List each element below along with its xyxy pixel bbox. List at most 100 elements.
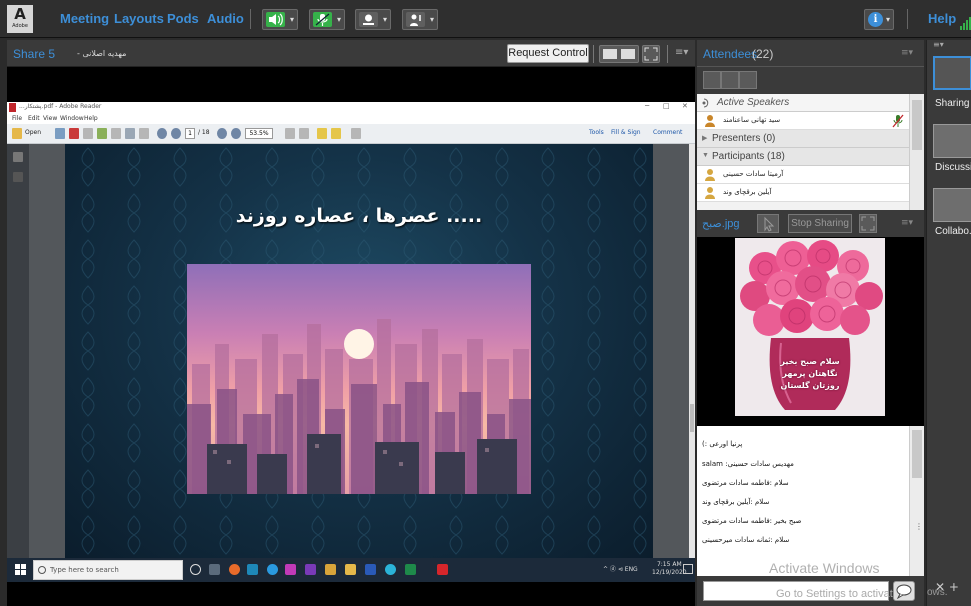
- speaker-button[interactable]: ▾: [262, 9, 298, 30]
- reader-menu-help[interactable]: Help: [84, 115, 98, 122]
- participant-row[interactable]: آرمیتا سادات حسینی: [697, 166, 909, 184]
- notifications-icon[interactable]: [683, 564, 693, 574]
- fit-width-icon[interactable]: [285, 128, 295, 139]
- stop-sharing-button[interactable]: Stop Sharing: [788, 214, 852, 233]
- edge-icon[interactable]: [267, 564, 278, 575]
- layout-sharing-thumbnail[interactable]: [933, 56, 971, 90]
- page-thumbnails-icon[interactable]: [13, 152, 23, 162]
- attendees-scrollbar[interactable]: [909, 94, 924, 210]
- help-menu[interactable]: Help: [928, 11, 956, 26]
- share-icon[interactable]: [97, 128, 107, 139]
- presenters-label: Presenters (0): [712, 133, 776, 144]
- zoom-out-icon[interactable]: [217, 128, 227, 139]
- chat-message: سلام :آیلین برقچای وند: [702, 498, 770, 506]
- expand-icon[interactable]: [351, 128, 361, 139]
- speaker-row[interactable]: سید تهانی ساعنامند: [697, 112, 909, 130]
- zoom-in-icon[interactable]: [231, 128, 241, 139]
- premiere-icon[interactable]: [305, 564, 316, 575]
- sort-icon[interactable]: [739, 71, 757, 89]
- create-icon[interactable]: [55, 128, 65, 139]
- chat-scrollbar[interactable]: ⋮: [909, 426, 924, 576]
- menu-meeting[interactable]: Meeting: [60, 11, 109, 26]
- pod-options-menu[interactable]: ≡▾: [901, 48, 913, 58]
- send-message-button[interactable]: [893, 581, 915, 601]
- scroll-thumb[interactable]: [912, 100, 922, 150]
- microphone-button[interactable]: ▾: [309, 9, 345, 30]
- request-control-button[interactable]: Request Control: [507, 44, 589, 63]
- layout-collaboration-label[interactable]: Collabo...: [935, 226, 971, 237]
- reader-menu-edit[interactable]: Edit: [28, 115, 40, 122]
- close-icon[interactable]: ✕: [682, 102, 688, 110]
- print-icon[interactable]: [125, 128, 135, 139]
- pod-options-menu[interactable]: ≡▾: [675, 47, 688, 58]
- menu-layouts[interactable]: Layouts: [114, 11, 164, 26]
- grid-view-icon[interactable]: [721, 71, 739, 89]
- participants-section[interactable]: ▼ Participants (18): [697, 148, 909, 166]
- page-number-input[interactable]: 1: [185, 128, 195, 139]
- taskbar-search-box[interactable]: Type here to search: [33, 560, 183, 580]
- app-icon[interactable]: [365, 564, 376, 575]
- task-view-icon[interactable]: [209, 564, 220, 575]
- cortana-icon[interactable]: [190, 564, 201, 575]
- pdf-create-icon[interactable]: [69, 128, 79, 139]
- scroll-thumb[interactable]: [912, 430, 922, 478]
- list-view-icon[interactable]: [703, 71, 721, 89]
- share-letterbox: [7, 582, 695, 606]
- info-button[interactable]: i ▾: [864, 9, 894, 30]
- comment-tab[interactable]: Comment: [653, 129, 682, 136]
- webcam-button[interactable]: ▾: [355, 9, 391, 30]
- reader-scrollbar[interactable]: [689, 144, 695, 558]
- participant-row[interactable]: آیلین برقچای وند: [697, 184, 909, 202]
- media-icon[interactable]: [285, 564, 296, 575]
- chat-bubble-icon: [896, 584, 912, 600]
- maximize-icon[interactable]: □: [663, 102, 670, 110]
- fullscreen-button[interactable]: [642, 45, 660, 63]
- layout-discussion-thumbnail[interactable]: [933, 124, 971, 158]
- highlight-icon[interactable]: [331, 128, 341, 139]
- layout-discussion-label[interactable]: Discussion: [935, 162, 971, 173]
- attachments-icon[interactable]: [13, 172, 23, 182]
- open-button[interactable]: Open: [25, 129, 41, 136]
- chrome-icon[interactable]: [385, 564, 396, 575]
- zoom-level-select[interactable]: 53.5%: [245, 128, 273, 139]
- firefox-icon[interactable]: [229, 564, 240, 575]
- page-up-icon[interactable]: [157, 128, 167, 139]
- file-explorer-icon[interactable]: [345, 564, 356, 575]
- acrobat-icon[interactable]: [437, 564, 448, 575]
- system-tray[interactable]: ^ ⓓ ⊲ ENG: [603, 564, 638, 573]
- layouts-menu[interactable]: ≡▾: [933, 40, 944, 49]
- presenters-section[interactable]: ▶ Presenters (0): [697, 130, 909, 148]
- slide-title: ..... عصرها ، عصاره روزند: [235, 205, 483, 227]
- edit-icon[interactable]: [83, 128, 93, 139]
- chat-message-input[interactable]: Go to Settings to activate: [703, 581, 899, 601]
- email-icon[interactable]: [139, 128, 149, 139]
- excel-icon[interactable]: [405, 564, 416, 575]
- taskbar-clock[interactable]: 7:15 AM 12/19/2020: [652, 561, 687, 577]
- chevron-down-icon: ▾: [885, 15, 890, 24]
- fit-page-icon[interactable]: [299, 128, 309, 139]
- reader-menu-view[interactable]: View: [43, 115, 57, 122]
- menu-pods[interactable]: Pods: [167, 11, 199, 26]
- fullscreen-button[interactable]: [859, 214, 877, 233]
- layout-sharing-label[interactable]: Sharing: [935, 98, 969, 109]
- add-layout-controls[interactable]: ✕ +: [935, 580, 959, 594]
- view-mode-toggle[interactable]: [599, 45, 639, 63]
- minimize-icon[interactable]: ─: [645, 102, 649, 110]
- app-icon[interactable]: [325, 564, 336, 575]
- reader-menu-window[interactable]: Window: [60, 115, 84, 122]
- layout-collaboration-thumbnail[interactable]: [933, 188, 971, 222]
- fill-sign-tab[interactable]: Fill & Sign: [611, 129, 641, 136]
- save-icon[interactable]: [111, 128, 121, 139]
- app-icon[interactable]: [247, 564, 258, 575]
- scroll-thumb[interactable]: [690, 404, 694, 432]
- pointer-tool-button[interactable]: [757, 214, 779, 233]
- reader-menu-file[interactable]: File: [12, 115, 22, 122]
- pod-options-menu[interactable]: ≡▾: [901, 218, 913, 228]
- adobe-logo-mark: A: [14, 5, 26, 23]
- status-button[interactable]: ▾: [402, 9, 438, 30]
- windows-start-icon[interactable]: [15, 564, 27, 576]
- menu-audio[interactable]: Audio: [207, 11, 244, 26]
- comment-icon[interactable]: [317, 128, 327, 139]
- page-down-icon[interactable]: [171, 128, 181, 139]
- tools-tab[interactable]: Tools: [589, 129, 604, 136]
